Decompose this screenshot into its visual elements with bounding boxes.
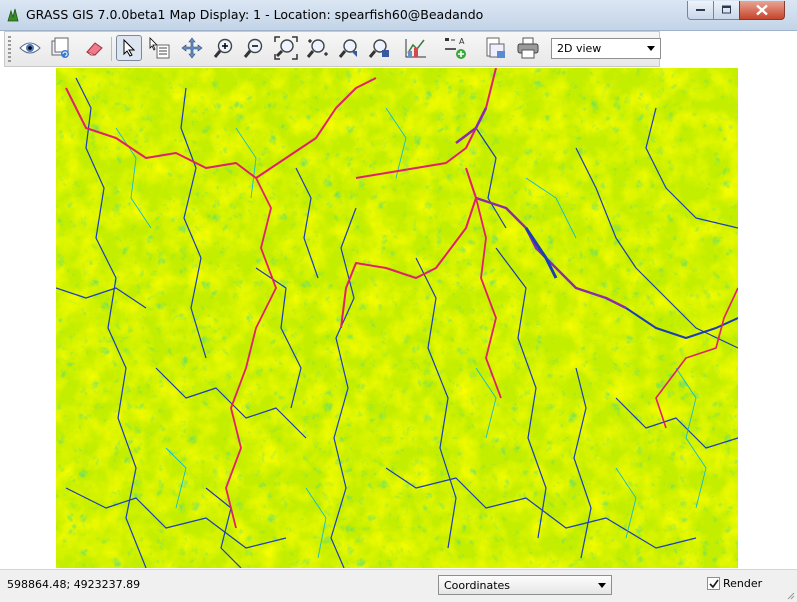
chevron-down-icon	[598, 583, 606, 588]
erase-display-icon	[86, 42, 103, 56]
zoom-back-button[interactable]	[337, 35, 363, 61]
map-canvas[interactable]	[0, 68, 797, 569]
statusbar-mode-select[interactable]: Coordinates	[438, 575, 612, 595]
coordinates-readout: 598864.48; 4923237.89	[7, 578, 141, 591]
statusbar-mode-value: Coordinates	[444, 579, 511, 592]
render-label: Render	[723, 577, 763, 590]
maximize-icon	[721, 5, 731, 14]
render-map-icon	[51, 37, 69, 58]
pointer-icon	[123, 39, 136, 57]
valley-texture	[56, 68, 738, 568]
minimize-button[interactable]	[687, 1, 714, 20]
checkmark-icon	[709, 579, 719, 589]
overlay-button[interactable]: A	[443, 35, 469, 61]
toolbar-grip[interactable]	[8, 36, 11, 62]
status-bar: 598864.48; 4923237.89 Coordinates Render	[0, 569, 797, 602]
zoom-out-icon	[243, 38, 263, 58]
svg-text:A: A	[459, 37, 465, 46]
zoom-in-icon	[213, 38, 233, 58]
pan-button[interactable]	[179, 35, 205, 61]
analyze-button[interactable]	[403, 35, 429, 61]
zoom-region-button[interactable]	[367, 35, 393, 61]
query-button[interactable]	[147, 35, 173, 61]
print-button[interactable]	[515, 35, 541, 61]
zoom-extent-button[interactable]	[273, 35, 299, 61]
map-toolbar: A 2D view	[4, 31, 661, 67]
zoom-menu-icon	[306, 39, 328, 58]
window-title: GRASS GIS 7.0.0beta1 Map Display: 1 - Lo…	[26, 7, 484, 22]
save-button[interactable]	[483, 35, 509, 61]
query-icon	[149, 37, 170, 59]
zoom-in-button[interactable]	[211, 35, 237, 61]
view-mode-value: 2D view	[557, 42, 602, 55]
zoom-extent-icon	[274, 36, 298, 60]
display-map-button[interactable]	[17, 35, 43, 61]
erase-display-button[interactable]	[81, 35, 107, 61]
analyze-icon	[405, 39, 426, 58]
raster-map[interactable]	[56, 68, 738, 568]
zoom-out-button[interactable]	[241, 35, 267, 61]
save-icon	[486, 37, 505, 58]
minimize-icon	[695, 9, 705, 11]
pan-icon	[181, 37, 203, 59]
zoom-menu-button[interactable]	[305, 35, 331, 61]
render-checkbox[interactable]	[707, 577, 720, 590]
render-map-button[interactable]	[47, 35, 73, 61]
chevron-down-icon	[647, 46, 655, 51]
close-icon	[756, 4, 768, 16]
overlay-icon: A	[445, 37, 466, 59]
zoom-back-icon	[338, 39, 357, 58]
maximize-button[interactable]	[713, 1, 740, 20]
zoom-region-icon	[368, 39, 389, 58]
display-map-icon	[19, 42, 41, 54]
resize-grip-icon[interactable]	[785, 590, 795, 600]
toolbar-separator	[111, 37, 112, 61]
grass-app-icon	[7, 8, 19, 22]
title-bar: GRASS GIS 7.0.0beta1 Map Display: 1 - Lo…	[0, 0, 797, 31]
view-mode-select[interactable]: 2D view	[551, 38, 661, 59]
close-button[interactable]	[739, 1, 785, 20]
pointer-button[interactable]	[116, 35, 142, 61]
print-icon	[517, 37, 539, 59]
